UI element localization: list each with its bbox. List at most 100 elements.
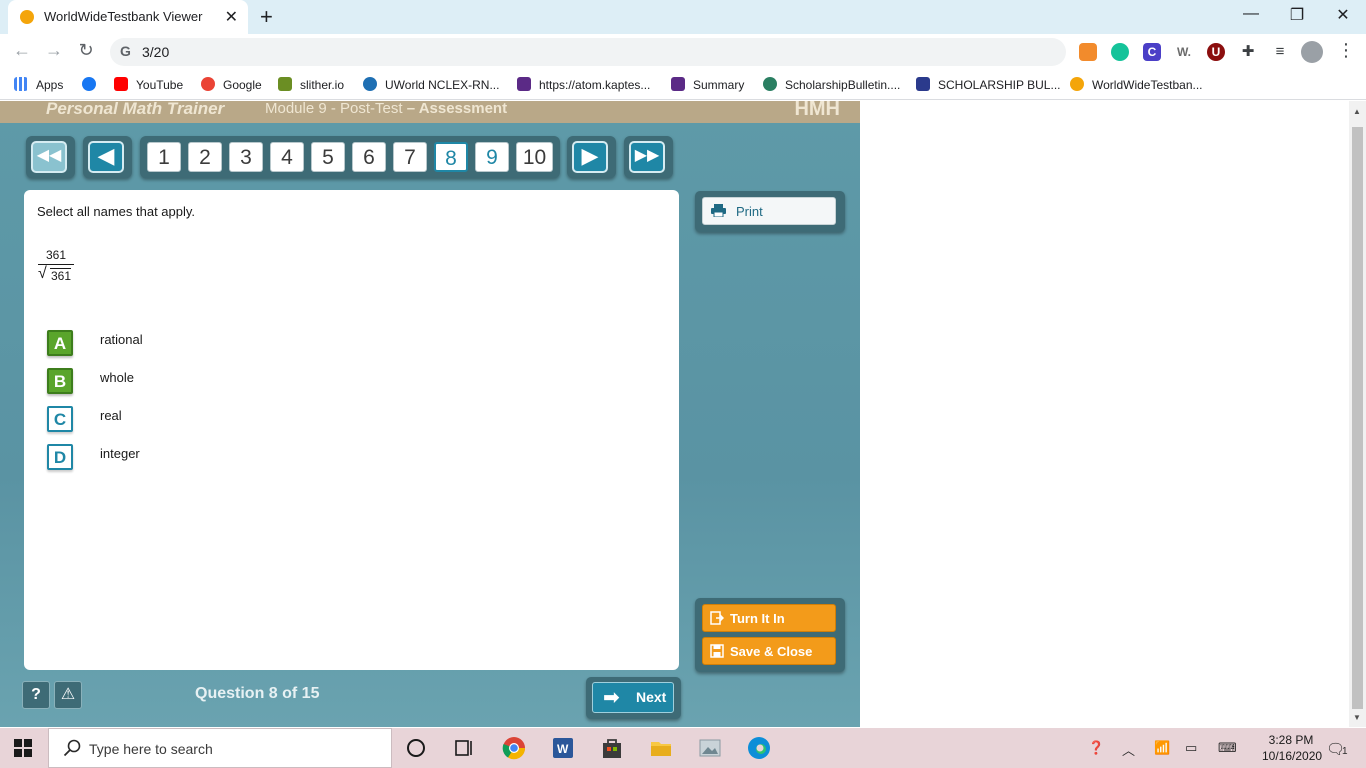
page-button-3[interactable]: 3 — [229, 142, 263, 172]
fraction-expression: 361 √ 361 — [38, 248, 74, 284]
page-button-8[interactable]: 8 — [434, 142, 468, 172]
photos-icon[interactable] — [698, 736, 722, 760]
extension-icon[interactable] — [1079, 43, 1097, 61]
chrome-menu-icon[interactable]: ⋮ — [1334, 40, 1358, 61]
bookmark-uworld[interactable]: UWorld NCLEX-RN... — [363, 77, 499, 92]
turn-it-in-button[interactable]: Turn It In — [702, 604, 836, 632]
bookmark-worldwidetestbank[interactable]: WorldWideTestban... — [1070, 77, 1203, 92]
answer-option-c[interactable]: C real — [47, 406, 347, 434]
bookmark-apps[interactable]: Apps — [14, 77, 63, 92]
file-explorer-icon[interactable] — [649, 736, 673, 760]
windows-start-icon[interactable] — [14, 739, 32, 757]
browser-titlebar: WorldWideTestbank Viewer ✕ + — ❐ ✕ — [0, 0, 1366, 34]
battery-icon[interactable]: ▭ — [1185, 740, 1197, 756]
system-clock[interactable]: 3:28 PM 10/16/2020 — [1262, 732, 1322, 764]
kaplan-icon — [517, 77, 531, 91]
uworld-icon — [363, 77, 377, 91]
last-question-button[interactable]: ▶▶ — [629, 141, 665, 173]
network-icon[interactable]: 📶 — [1154, 740, 1170, 756]
restore-button[interactable]: ❐ — [1282, 5, 1312, 25]
first-question-button[interactable]: ◀◀ — [31, 141, 67, 173]
word-icon[interactable]: W — [551, 736, 575, 760]
bookmark-google[interactable]: Google — [201, 77, 262, 92]
svg-text:W: W — [557, 742, 569, 756]
page-button-5[interactable]: 5 — [311, 142, 345, 172]
browser-tab[interactable]: WorldWideTestbank Viewer ✕ — [8, 0, 248, 34]
scroll-thumb[interactable] — [1352, 127, 1363, 709]
back-button[interactable]: ← — [10, 40, 34, 61]
help-tray-icon[interactable]: ❓ — [1088, 740, 1104, 756]
option-letter[interactable]: C — [47, 406, 73, 432]
grammarly-icon[interactable] — [1111, 43, 1129, 61]
bookmark-facebook[interactable] — [82, 77, 104, 92]
mode-label: – Assessment — [406, 101, 508, 117]
media-control-icon[interactable]: ≡ — [1271, 43, 1289, 61]
new-tab-button[interactable]: + — [260, 4, 273, 30]
print-button[interactable]: Print — [702, 197, 836, 225]
bookmark-scholarship-bul[interactable]: SCHOLARSHIP BUL... — [916, 77, 1060, 92]
cortana-icon[interactable] — [404, 736, 428, 760]
page-button-9[interactable]: 9 — [475, 142, 509, 172]
store-icon[interactable] — [600, 736, 624, 760]
bookmark-kaptest[interactable]: https://atom.kaptes... — [517, 77, 650, 92]
next-button[interactable]: ➡ Next — [592, 682, 674, 713]
bookmark-label: slither.io — [300, 78, 345, 92]
taskbar-search[interactable]: Type here to search — [48, 728, 392, 768]
previous-question-button[interactable]: ◀ — [88, 141, 124, 173]
option-letter[interactable]: D — [47, 444, 73, 470]
answer-option-a[interactable]: A rational — [47, 330, 347, 358]
page-button-7[interactable]: 7 — [393, 142, 427, 172]
scroll-down-icon[interactable]: ▼ — [1353, 713, 1361, 722]
extension-c-icon[interactable]: C — [1143, 43, 1161, 61]
page-button-6[interactable]: 6 — [352, 142, 386, 172]
bookmark-summary[interactable]: Summary — [671, 77, 744, 92]
module-name: Module 9 - Post-Test — [265, 101, 403, 117]
keyboard-icon[interactable]: ⌨ — [1218, 740, 1237, 756]
edge-icon[interactable] — [747, 736, 771, 760]
next-label: Next — [636, 689, 667, 705]
answer-option-d[interactable]: D integer — [47, 444, 347, 472]
option-letter[interactable]: B — [47, 368, 73, 394]
option-letter[interactable]: A — [47, 330, 73, 356]
question-prompt: Select all names that apply. — [37, 204, 196, 219]
address-text[interactable]: 3/20 — [142, 44, 169, 60]
report-problem-button[interactable]: ⚠ — [54, 681, 82, 709]
save-close-button[interactable]: Save & Close — [702, 637, 836, 665]
search-icon — [63, 739, 81, 757]
scroll-up-icon[interactable]: ▲ — [1353, 107, 1361, 116]
assessment-viewer: Personal Math Trainer Module 9 - Post-Te… — [0, 101, 860, 727]
address-bar[interactable]: G 3/20 — [110, 38, 1066, 66]
reload-button[interactable]: ↻ — [74, 40, 98, 61]
close-window-button[interactable]: ✕ — [1328, 5, 1358, 25]
next-question-arrow-button[interactable]: ▶ — [572, 141, 608, 173]
chrome-taskbar-icon[interactable] — [502, 736, 526, 760]
module-title: Module 9 - Post-Test – Assessment — [265, 101, 507, 117]
apps-grid-icon — [14, 77, 28, 91]
bookmark-label: https://atom.kaptes... — [539, 78, 651, 92]
forward-button[interactable]: → — [42, 40, 66, 61]
page-button-2[interactable]: 2 — [188, 142, 222, 172]
show-hidden-icons-icon[interactable]: ︿ — [1122, 740, 1135, 759]
bookmark-label: YouTube — [136, 78, 184, 92]
bookmarks-bar: Apps YouTube Google slither.io UWorld NC… — [0, 70, 1366, 100]
bulletin-icon — [916, 77, 930, 91]
bookmark-slither[interactable]: slither.io — [278, 77, 344, 92]
profile-avatar[interactable] — [1301, 41, 1323, 63]
extension-u-icon[interactable]: U — [1207, 43, 1225, 61]
turn-in-icon — [710, 611, 724, 625]
extensions-puzzle-icon[interactable]: ✚ — [1239, 43, 1257, 61]
next-button-frame: ➡ Next — [586, 677, 681, 719]
submit-frame: Turn It In Save & Close — [695, 598, 845, 672]
page-scrollbar[interactable]: ▲ ▼ — [1349, 101, 1366, 727]
answer-option-b[interactable]: B whole — [47, 368, 347, 396]
page-button-10[interactable]: 10 — [516, 142, 553, 172]
help-button[interactable]: ? — [22, 681, 50, 709]
bookmark-scholarship-bulletin[interactable]: ScholarshipBulletin.... — [763, 77, 900, 92]
extension-w-icon[interactable]: W. — [1175, 43, 1193, 61]
page-button-1[interactable]: 1 — [147, 142, 181, 172]
page-button-4[interactable]: 4 — [270, 142, 304, 172]
task-view-icon[interactable] — [452, 736, 476, 760]
tab-close-icon[interactable]: ✕ — [225, 7, 238, 27]
bookmark-youtube[interactable]: YouTube — [114, 77, 183, 92]
minimize-button[interactable]: — — [1236, 5, 1266, 23]
